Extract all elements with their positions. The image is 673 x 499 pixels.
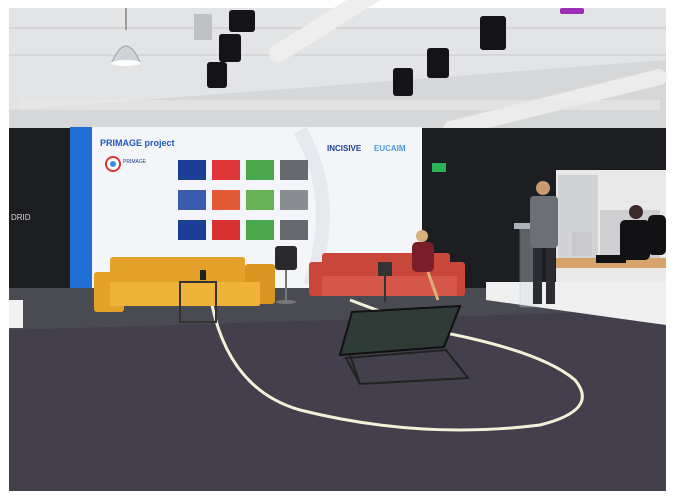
screen-tile (280, 160, 308, 180)
primage-logo-icon (105, 156, 121, 172)
event-photo: DRID PRIMAGE project PRIMAGE INCISIVE EU… (0, 0, 673, 499)
partner-logo-eucaim: EUCAIM (374, 144, 406, 153)
chair-back (572, 232, 592, 256)
screen-tile (280, 190, 308, 210)
screen-tile (212, 160, 240, 180)
stage-edge (9, 300, 23, 328)
primage-logo-text: PRIMAGE (123, 159, 147, 165)
wall-sign: DRID (11, 213, 31, 222)
laptop (378, 262, 392, 276)
speaker-box (194, 14, 212, 40)
screen-tile (212, 220, 240, 240)
exit-sign (432, 163, 446, 172)
screen-tile (178, 220, 206, 240)
screen-tile (280, 220, 308, 240)
ceiling (9, 0, 667, 140)
screen-tile (178, 190, 206, 210)
screen-tile (246, 220, 274, 240)
screen-tile (246, 160, 274, 180)
yellow-sofa (94, 257, 275, 312)
partner-logo-incisive: INCISIVE (327, 144, 362, 153)
screen-title: PRIMAGE project (100, 138, 175, 148)
screen-tile (246, 190, 274, 210)
stage-floor (9, 288, 666, 491)
screen-tile (178, 160, 206, 180)
screen-tile (212, 190, 240, 210)
table-object (200, 270, 206, 280)
